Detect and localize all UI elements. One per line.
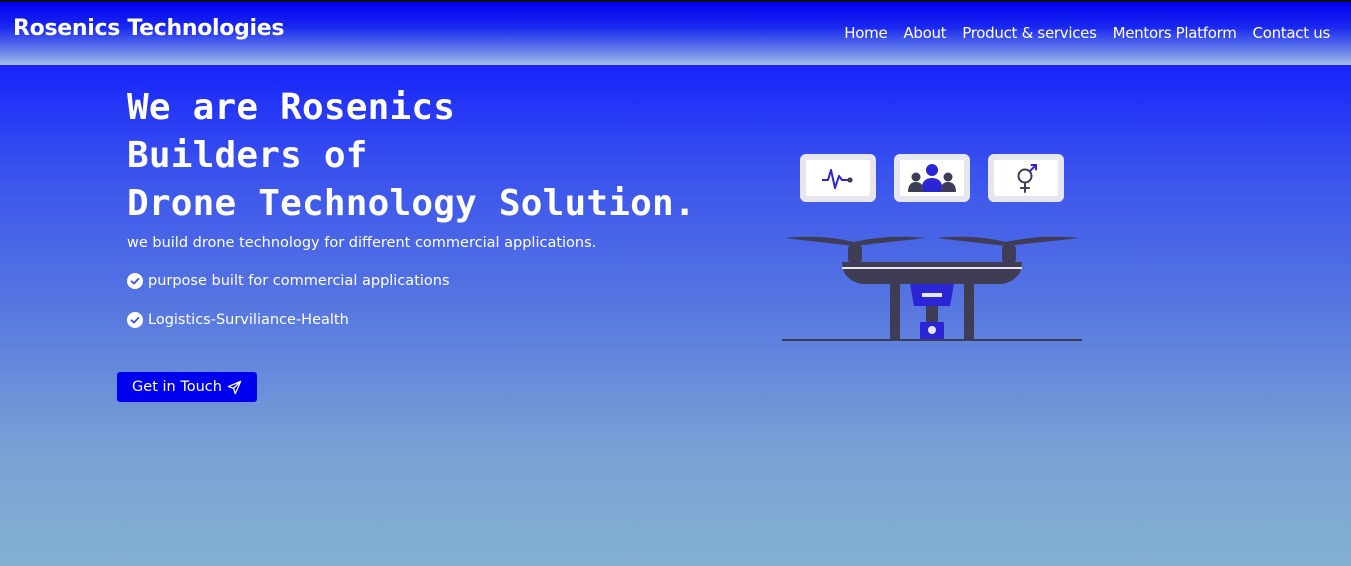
hero-title-line-3: Drone Technology Solution. xyxy=(127,183,696,224)
feature-label: Logistics-Surviliance-Health xyxy=(148,312,349,328)
nav-home[interactable]: Home xyxy=(844,24,887,42)
send-icon xyxy=(227,380,242,394)
nav-mentors-platform[interactable]: Mentors Platform xyxy=(1113,24,1237,42)
gender-card xyxy=(988,154,1064,202)
nav-about[interactable]: About xyxy=(903,24,946,42)
hero-title-line-2: Builders of xyxy=(127,135,368,176)
get-in-touch-button[interactable]: Get in Touch xyxy=(117,372,257,402)
drone-illustration xyxy=(782,154,1082,341)
feature-item: Logistics-Surviliance-Health xyxy=(127,312,349,328)
group-card xyxy=(894,154,970,202)
feature-label: purpose built for commercial application… xyxy=(148,273,450,289)
drone xyxy=(782,236,1082,341)
hero-title: We are Rosenics Builders of Drone Techno… xyxy=(127,84,696,228)
nav-contact-us[interactable]: Contact us xyxy=(1253,24,1331,42)
cta-label: Get in Touch xyxy=(132,379,222,395)
hero-title-line-1: We are Rosenics xyxy=(127,87,456,128)
check-circle-icon xyxy=(127,312,143,328)
pulse-card xyxy=(800,154,876,202)
nav-products-services[interactable]: Product & services xyxy=(962,24,1097,42)
brand-logo-text[interactable]: Rosenics Technologies xyxy=(13,16,285,41)
navbar: Rosenics Technologies Home About Product… xyxy=(0,2,1351,65)
hero-subtitle: we build drone technology for different … xyxy=(127,235,597,251)
feature-item: purpose built for commercial application… xyxy=(127,273,450,289)
check-circle-icon xyxy=(127,273,143,289)
main-nav: Home About Product & services Mentors Pl… xyxy=(844,24,1330,42)
